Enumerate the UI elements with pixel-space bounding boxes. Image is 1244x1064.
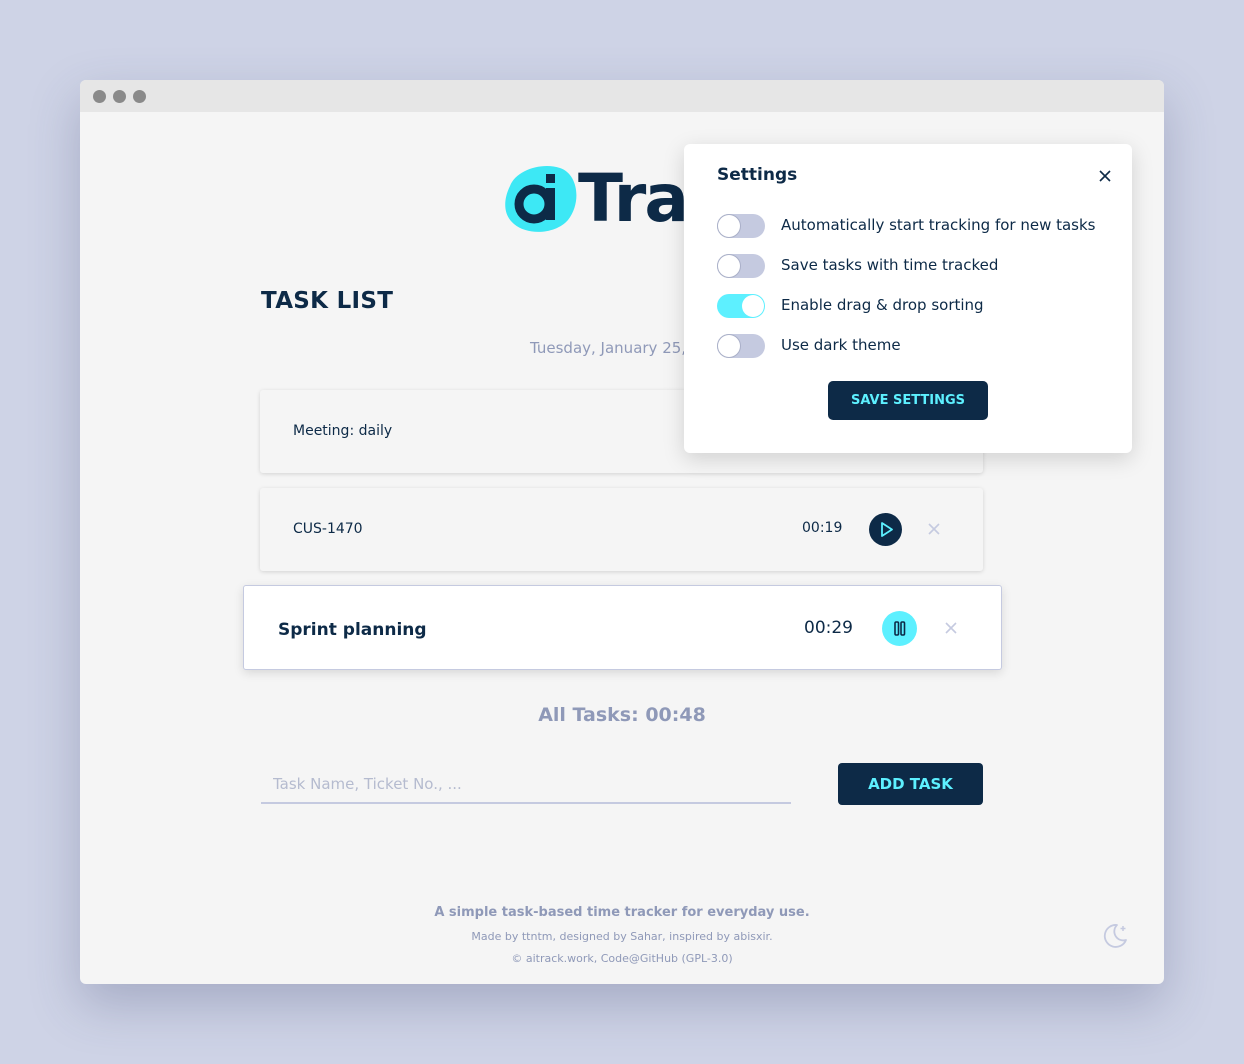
remove-task-icon[interactable]	[926, 521, 942, 537]
app-window: Trac TASK LIST Tuesday, January 25, 2 Me…	[80, 80, 1164, 984]
play-button[interactable]	[869, 513, 902, 546]
save-settings-button[interactable]: SAVE SETTINGS	[828, 381, 988, 420]
setting-label: Use dark theme	[781, 336, 901, 354]
task-time: 00:29	[804, 618, 853, 638]
task-row-active[interactable]: Sprint planning 00:29	[243, 585, 1002, 670]
task-name-input[interactable]	[261, 766, 791, 804]
setting-label: Save tasks with time tracked	[781, 256, 999, 274]
logo-mark-icon	[505, 166, 577, 232]
settings-modal: Settings Automatically start tracking fo…	[684, 144, 1132, 453]
setting-auto-start: Automatically start tracking for new tas…	[717, 213, 1117, 239]
play-icon	[881, 522, 893, 537]
setting-label: Enable drag & drop sorting	[781, 296, 984, 314]
drag-drop-toggle[interactable]	[717, 294, 765, 318]
add-task-button[interactable]: ADD TASK	[838, 763, 983, 805]
save-tracked-toggle[interactable]	[717, 254, 765, 278]
window-maximize-dot[interactable]	[133, 90, 146, 103]
footer-copyright[interactable]: © aitrack.work, Code@GitHub (GPL-3.0)	[80, 952, 1164, 965]
window-minimize-dot[interactable]	[113, 90, 126, 103]
task-name: Meeting: daily	[293, 423, 393, 439]
current-date: Tuesday, January 25, 2	[530, 339, 701, 357]
setting-label: Automatically start tracking for new tas…	[781, 216, 1096, 234]
setting-drag-drop: Enable drag & drop sorting	[717, 293, 1117, 319]
window-titlebar	[80, 80, 1164, 112]
footer-tagline: A simple task-based time tracker for eve…	[434, 905, 810, 920]
footer-credits[interactable]: Made by ttntm, designed by Sahar, inspir…	[80, 930, 1164, 943]
auto-start-toggle[interactable]	[717, 214, 765, 238]
setting-save-tracked: Save tasks with time tracked	[717, 253, 1117, 279]
setting-dark-theme: Use dark theme	[717, 333, 1117, 359]
pause-icon	[894, 621, 906, 636]
window-close-dot[interactable]	[93, 90, 106, 103]
remove-task-icon[interactable]	[943, 620, 959, 636]
task-name: CUS-1470	[293, 521, 363, 537]
close-icon[interactable]	[1096, 167, 1114, 185]
page-title: TASK LIST	[261, 288, 394, 314]
task-time: 00:19	[802, 520, 843, 536]
settings-title: Settings	[717, 165, 798, 185]
pause-button[interactable]	[882, 611, 917, 646]
total-time: All Tasks: 00:48	[538, 704, 706, 726]
task-row[interactable]: CUS-1470 00:19	[260, 488, 983, 571]
dark-theme-toggle[interactable]	[717, 334, 765, 358]
task-name: Sprint planning	[278, 620, 427, 640]
dark-mode-moon-icon[interactable]	[1100, 921, 1130, 951]
